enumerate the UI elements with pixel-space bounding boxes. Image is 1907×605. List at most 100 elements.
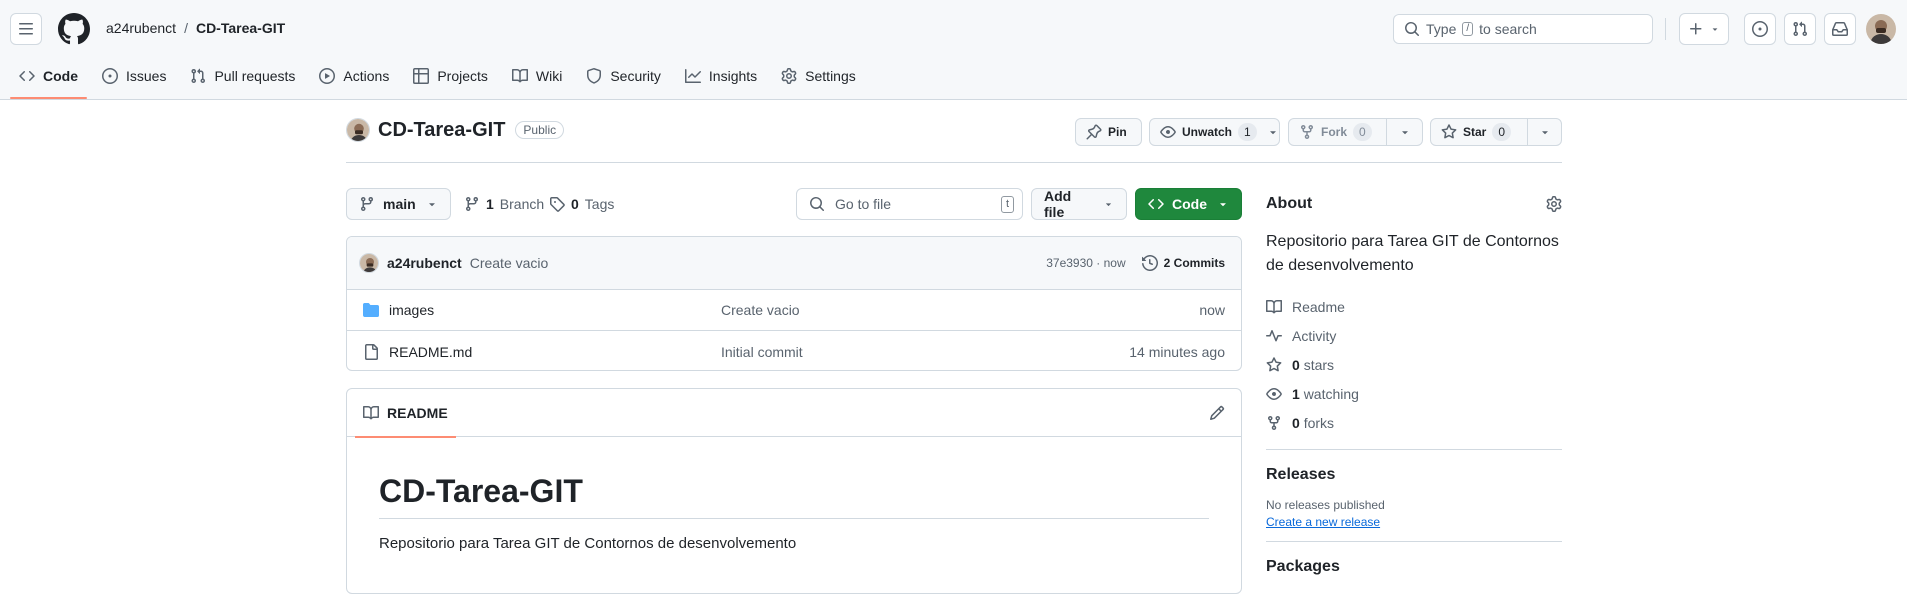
repo-header: CD-Tarea-GIT Public <box>346 118 565 142</box>
search-input[interactable]: Type / to search <box>1393 14 1653 44</box>
repo-tabs: Code Issues Pull requests Actions Projec… <box>10 61 871 99</box>
create-new-button[interactable] <box>1679 13 1729 45</box>
issues-button[interactable] <box>1744 13 1776 45</box>
tab-wiki[interactable]: Wiki <box>503 61 571 91</box>
forks-link[interactable]: 0 forks <box>1266 408 1562 437</box>
tab-label: Pull requests <box>214 68 296 84</box>
shield-icon <box>587 68 602 84</box>
sidebar-divider <box>1266 449 1562 450</box>
triangle-down-icon <box>429 203 435 207</box>
commit-author-avatar[interactable] <box>359 253 379 273</box>
breadcrumb: a24rubenct / CD-Tarea-GIT <box>106 20 285 36</box>
tab-projects[interactable]: Projects <box>404 61 497 91</box>
tags-link[interactable]: 0 Tags <box>549 196 614 212</box>
file-commit-message[interactable]: Initial commit <box>721 344 803 360</box>
branch-selector[interactable]: main <box>346 188 451 220</box>
tab-label: Wiki <box>535 68 563 84</box>
visibility-badge: Public <box>515 121 565 139</box>
fork-icon <box>1301 125 1313 140</box>
watch-count: 1 <box>1238 123 1257 141</box>
commit-sha-time[interactable]: 37e3930 · now <box>1046 256 1125 270</box>
readme-link[interactable]: Readme <box>1266 292 1562 321</box>
star-button[interactable]: Star 0 <box>1430 118 1562 146</box>
inbox-button[interactable] <box>1824 13 1856 45</box>
watching-link[interactable]: 1 watching <box>1266 379 1562 408</box>
file-commit-message[interactable]: Create vacio <box>721 302 800 318</box>
github-logo-icon[interactable] <box>58 13 90 45</box>
add-file-button[interactable]: Add file <box>1031 188 1127 220</box>
about-header: About <box>1266 190 1562 218</box>
readme-header: README <box>347 389 1241 438</box>
search-suffix: to search <box>1479 21 1537 37</box>
breadcrumb-owner[interactable]: a24rubenct <box>106 20 176 36</box>
code-icon <box>19 70 35 82</box>
breadcrumb-repo[interactable]: CD-Tarea-GIT <box>196 20 285 36</box>
search-icon <box>1405 22 1419 36</box>
tab-pull-requests[interactable]: Pull requests <box>181 61 304 91</box>
file-name[interactable]: README.md <box>389 344 472 360</box>
readme-tab[interactable]: README <box>355 389 456 438</box>
create-release-link[interactable]: Create a new release <box>1266 515 1380 529</box>
commit-message[interactable]: Create vacio <box>470 255 549 271</box>
star-count: 0 <box>1492 123 1512 141</box>
tab-issues[interactable]: Issues <box>93 61 175 91</box>
stars-count: 0 <box>1292 356 1300 373</box>
tab-security[interactable]: Security <box>577 61 670 91</box>
app-header: a24rubenct / CD-Tarea-GIT Type / to sear… <box>0 0 1907 100</box>
stars-link[interactable]: 0 stars <box>1266 350 1562 379</box>
file-age: 14 minutes ago <box>1129 343 1225 360</box>
breadcrumb-separator: / <box>184 20 188 36</box>
go-to-file-input[interactable]: Go to file t <box>796 188 1023 220</box>
user-avatar[interactable] <box>1866 14 1896 44</box>
readme-panel: README CD-Tarea-GIT Repositorio para Tar… <box>346 388 1242 594</box>
pin-button[interactable]: Pin <box>1075 118 1142 146</box>
forks-count: 0 <box>1292 414 1300 431</box>
tag-count: 0 <box>571 196 579 212</box>
tab-label: Insights <box>708 68 758 84</box>
fork-icon <box>1268 415 1280 430</box>
about-settings-button[interactable] <box>1546 196 1562 212</box>
pull-requests-button[interactable] <box>1784 13 1816 45</box>
commit-author[interactable]: a24rubenct <box>387 255 462 271</box>
table-row[interactable]: README.md Initial commit 14 minutes ago <box>347 331 1241 370</box>
readme-heading: CD-Tarea-GIT <box>379 473 1209 519</box>
table-row[interactable]: images Create vacio now <box>347 290 1241 331</box>
pin-icon <box>1086 124 1102 140</box>
edit-readme-button[interactable] <box>1209 405 1225 421</box>
commits-link[interactable]: 2 Commits <box>1141 255 1225 271</box>
fork-dropdown[interactable] <box>1386 119 1422 145</box>
star-icon <box>1441 124 1457 139</box>
pencil-icon <box>1209 405 1225 420</box>
tab-label: Security <box>610 68 661 84</box>
triangle-down-icon <box>1270 131 1276 135</box>
file-name[interactable]: images <box>389 302 434 318</box>
inbox-icon <box>1832 22 1848 36</box>
repo-title[interactable]: CD-Tarea-GIT <box>378 119 505 142</box>
readme-tab-label: README <box>387 404 448 421</box>
tag-icon <box>550 197 565 212</box>
branch-name: main <box>383 196 416 212</box>
about-description: Repositorio para Tarea GIT de Contornos … <box>1266 233 1559 274</box>
tab-settings[interactable]: Settings <box>772 61 865 91</box>
tab-label: Actions <box>343 68 390 84</box>
git-branch-icon <box>360 197 373 212</box>
code-button[interactable]: Code <box>1135 188 1242 220</box>
branches-link[interactable]: 1 Branch <box>464 196 544 212</box>
star-dropdown[interactable] <box>1527 119 1561 145</box>
tag-count-label: Tags <box>584 196 615 212</box>
releases-title[interactable]: Releases <box>1266 466 1562 484</box>
fork-button[interactable]: Fork 0 <box>1288 118 1423 146</box>
branch-count: 1 <box>486 196 494 212</box>
pull-request-icon <box>191 68 206 84</box>
tab-code[interactable]: Code <box>10 61 87 99</box>
unwatch-button[interactable]: Unwatch 1 <box>1149 118 1280 146</box>
activity-link[interactable]: Activity <box>1266 321 1562 350</box>
menu-button[interactable] <box>10 13 42 45</box>
unwatch-dropdown[interactable] <box>1267 119 1279 145</box>
packages-title[interactable]: Packages <box>1266 558 1562 576</box>
tab-label: Issues <box>126 68 167 84</box>
hamburger-icon <box>19 23 33 35</box>
tab-actions[interactable]: Actions <box>310 61 398 91</box>
owner-avatar[interactable] <box>346 118 370 142</box>
tab-insights[interactable]: Insights <box>676 61 766 91</box>
